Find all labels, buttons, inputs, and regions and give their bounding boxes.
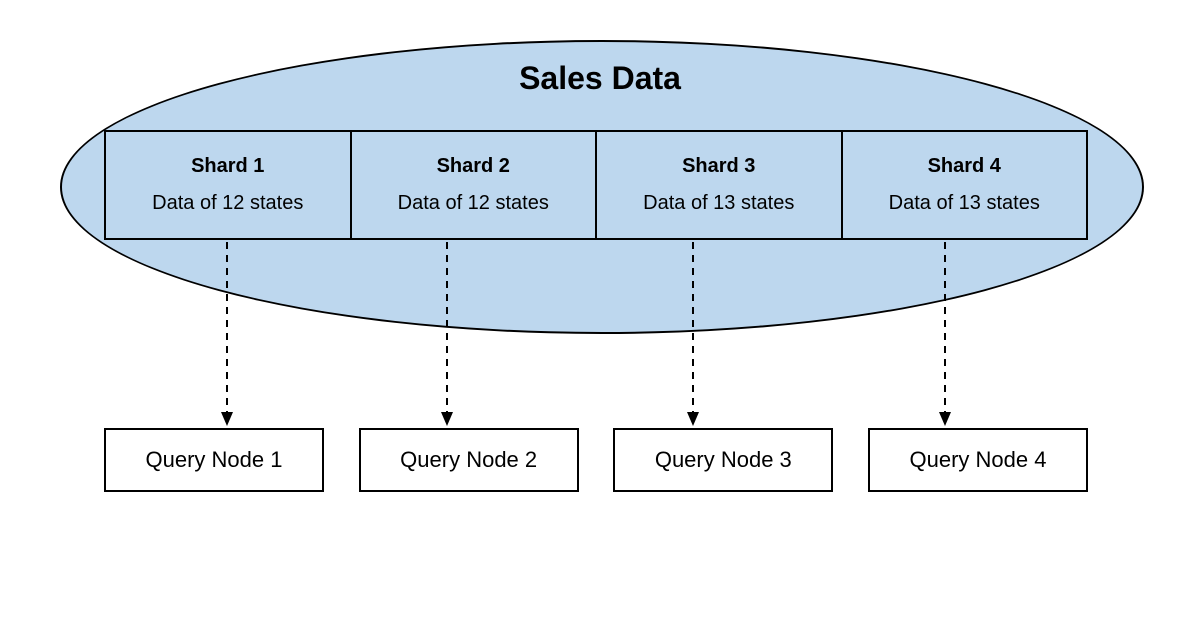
shard-3-title: Shard 3 — [682, 155, 755, 178]
shard-1-title: Shard 1 — [191, 155, 264, 178]
shard-1-desc: Data of 12 states — [152, 192, 303, 215]
shard-2-desc: Data of 12 states — [398, 192, 549, 215]
shard-4-desc: Data of 13 states — [889, 192, 1040, 215]
shard-1: Shard 1 Data of 12 states — [104, 130, 352, 240]
shard-4: Shard 4 Data of 13 states — [843, 130, 1089, 240]
shard-2: Shard 2 Data of 12 states — [352, 130, 598, 240]
node-row: Query Node 1 Query Node 2 Query Node 3 Q… — [104, 428, 1088, 492]
query-node-2: Query Node 2 — [359, 428, 579, 492]
shard-3: Shard 3 Data of 13 states — [597, 130, 843, 240]
shard-2-title: Shard 2 — [437, 155, 510, 178]
query-node-3: Query Node 3 — [613, 428, 833, 492]
shard-row: Shard 1 Data of 12 states Shard 2 Data o… — [104, 130, 1088, 240]
shard-3-desc: Data of 13 states — [643, 192, 794, 215]
diagram-title: Sales Data — [60, 60, 1140, 97]
query-node-1: Query Node 1 — [104, 428, 324, 492]
shard-4-title: Shard 4 — [928, 155, 1001, 178]
query-node-4: Query Node 4 — [868, 428, 1088, 492]
